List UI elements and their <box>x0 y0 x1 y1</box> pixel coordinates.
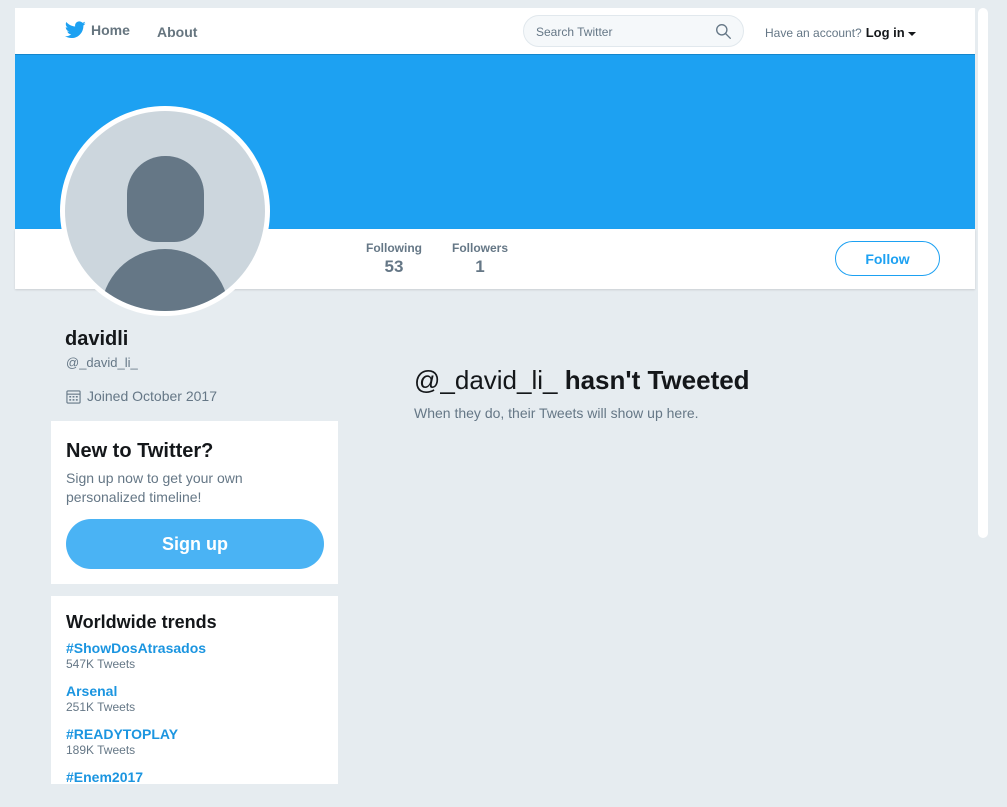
empty-timeline-heading: hasn't Tweeted <box>564 365 750 395</box>
followers-count: 1 <box>475 257 485 276</box>
avatar[interactable] <box>60 106 270 316</box>
trend-name[interactable]: Arsenal <box>66 683 135 699</box>
trend-count: 251K Tweets <box>66 700 136 714</box>
empty-timeline-handle: @_david_li_ <box>414 365 565 395</box>
about-link[interactable]: About <box>157 24 197 40</box>
followers-label: Followers <box>451 241 508 255</box>
account-area: Have an account? Log in <box>765 25 916 40</box>
trend-count: 189K Tweets <box>66 743 136 757</box>
twitter-bird-icon <box>65 21 86 39</box>
caret-down-icon <box>907 31 916 36</box>
trend-item[interactable]: #Enem2017 <box>66 769 143 784</box>
trend-item[interactable]: #READYTOPLAY 189K Tweets <box>66 726 178 757</box>
empty-timeline-title: @_david_li_ hasn't Tweeted <box>414 365 750 396</box>
home-link[interactable]: Home <box>65 21 130 39</box>
default-avatar-icon <box>65 111 265 311</box>
signup-title: New to Twitter? <box>66 440 214 462</box>
trends-card: Worldwide trends #ShowDosAtrasados 547K … <box>51 596 338 784</box>
avatar-body-shape <box>101 249 229 311</box>
trend-name[interactable]: #READYTOPLAY <box>66 726 178 742</box>
search-input[interactable] <box>536 23 706 40</box>
followers-stat[interactable]: Followers 1 <box>451 241 509 277</box>
avatar-head-shape <box>127 156 204 242</box>
search-icon[interactable] <box>715 23 732 40</box>
trend-count: 547K Tweets <box>66 657 136 671</box>
top-navigation-bar: Home About Have an account? Log in <box>15 8 975 54</box>
scrollbar[interactable] <box>978 8 988 538</box>
trend-name[interactable]: #Enem2017 <box>66 769 143 784</box>
trend-item[interactable]: #ShowDosAtrasados 547K Tweets <box>66 640 206 671</box>
calendar-icon <box>66 389 81 404</box>
trend-name[interactable]: #ShowDosAtrasados <box>66 640 206 656</box>
login-dropdown[interactable]: Log in <box>866 25 916 40</box>
home-label: Home <box>91 22 130 38</box>
join-date: Joined October 2017 <box>66 388 217 404</box>
account-prompt: Have an account? <box>765 25 862 40</box>
login-label: Log in <box>865 25 905 40</box>
trend-item[interactable]: Arsenal 251K Tweets <box>66 683 135 714</box>
empty-timeline-text: When they do, their Tweets will show up … <box>414 405 699 421</box>
join-date-text: Joined October 2017 <box>87 388 217 404</box>
trends-title: Worldwide trends <box>66 612 217 632</box>
signup-text: Sign up now to get your own personalized… <box>66 470 243 505</box>
follow-button[interactable]: Follow <box>835 241 940 276</box>
profile-handle: @_david_li_ <box>66 355 138 370</box>
signup-card: New to Twitter? Sign up now to get your … <box>51 421 338 584</box>
signup-button[interactable]: Sign up <box>66 519 324 569</box>
profile-name: davidli <box>65 328 129 350</box>
following-label: Following <box>366 241 422 255</box>
following-count: 53 <box>384 257 404 276</box>
following-stat[interactable]: Following 53 <box>365 241 423 277</box>
search-box <box>523 15 744 47</box>
